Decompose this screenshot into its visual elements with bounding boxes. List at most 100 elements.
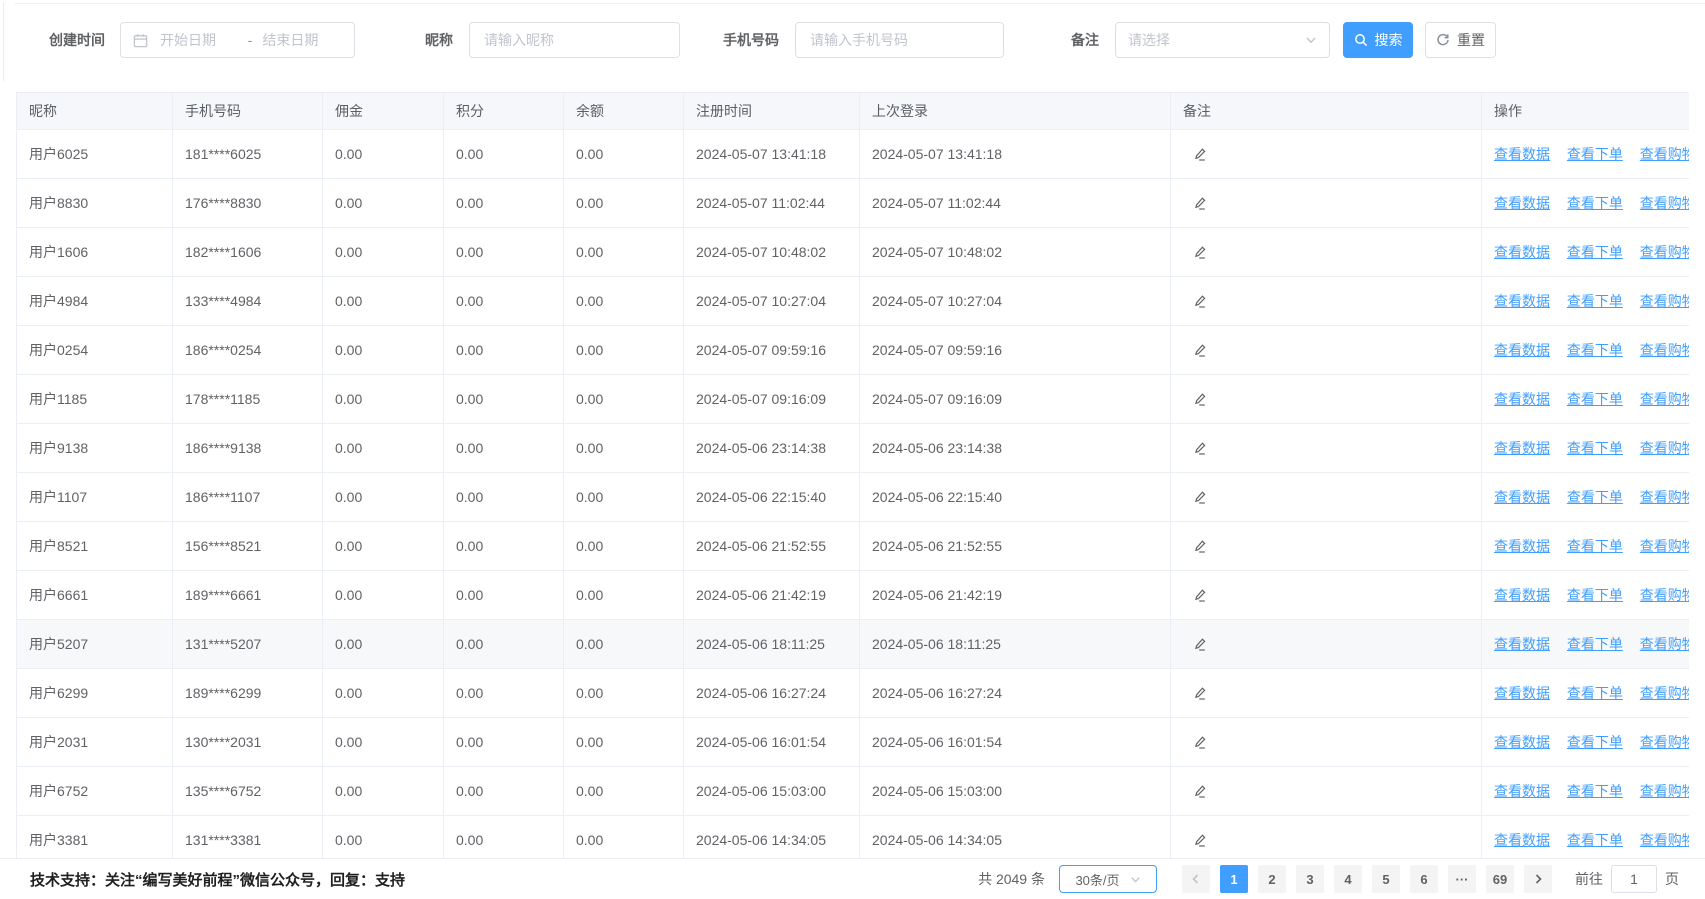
view-cart-link[interactable]: 查看购物车: [1640, 391, 1689, 407]
view-data-link[interactable]: 查看数据: [1494, 734, 1550, 750]
cell-points: 0.00: [444, 522, 564, 571]
search-button[interactable]: 搜索: [1343, 22, 1413, 58]
view-orders-link[interactable]: 查看下单: [1567, 391, 1623, 407]
page-number-button[interactable]: 2: [1258, 865, 1286, 893]
view-cart-link[interactable]: 查看购物车: [1640, 146, 1689, 162]
edit-remark-icon[interactable]: [1193, 441, 1208, 456]
view-cart-link[interactable]: 查看购物车: [1640, 293, 1689, 309]
page-size-select[interactable]: 30条/页: [1059, 865, 1157, 893]
cell-actions: 查看数据 查看下单 查看购物车: [1482, 277, 1690, 326]
edit-remark-icon[interactable]: [1193, 196, 1208, 211]
remark-select[interactable]: 请选择: [1115, 22, 1330, 58]
table-row: 用户6752 135****6752 0.00 0.00 0.00 2024-0…: [17, 767, 1690, 816]
view-cart-link[interactable]: 查看购物车: [1640, 587, 1689, 603]
view-orders-link[interactable]: 查看下单: [1567, 489, 1623, 505]
view-orders-link[interactable]: 查看下单: [1567, 195, 1623, 211]
goto-unit: 页: [1665, 869, 1679, 889]
page-number-button[interactable]: 6: [1410, 865, 1438, 893]
view-data-link[interactable]: 查看数据: [1494, 195, 1550, 211]
view-cart-link[interactable]: 查看购物车: [1640, 195, 1689, 211]
cell-commission: 0.00: [323, 522, 444, 571]
view-cart-link[interactable]: 查看购物车: [1640, 685, 1689, 701]
cell-last-login: 2024-05-07 11:02:44: [860, 179, 1171, 228]
edit-remark-icon[interactable]: [1193, 343, 1208, 358]
view-cart-link[interactable]: 查看购物车: [1640, 636, 1689, 652]
goto-page-input[interactable]: [1611, 865, 1657, 893]
cell-commission: 0.00: [323, 571, 444, 620]
edit-remark-icon[interactable]: [1193, 735, 1208, 750]
cell-actions: 查看数据 查看下单 查看购物车: [1482, 816, 1690, 859]
view-cart-link[interactable]: 查看购物车: [1640, 538, 1689, 554]
view-orders-link[interactable]: 查看下单: [1567, 244, 1623, 260]
view-cart-link[interactable]: 查看购物车: [1640, 342, 1689, 358]
prev-page-button[interactable]: [1182, 865, 1210, 893]
edit-remark-icon[interactable]: [1193, 637, 1208, 652]
view-cart-link[interactable]: 查看购物车: [1640, 489, 1689, 505]
view-data-link[interactable]: 查看数据: [1494, 783, 1550, 799]
view-orders-link[interactable]: 查看下单: [1567, 832, 1623, 848]
view-data-link[interactable]: 查看数据: [1494, 342, 1550, 358]
edit-remark-icon[interactable]: [1193, 784, 1208, 799]
view-data-link[interactable]: 查看数据: [1494, 587, 1550, 603]
view-data-link[interactable]: 查看数据: [1494, 636, 1550, 652]
edit-remark-icon[interactable]: [1193, 392, 1208, 407]
page-number-button[interactable]: 3: [1296, 865, 1324, 893]
edit-remark-icon[interactable]: [1193, 294, 1208, 309]
view-data-link[interactable]: 查看数据: [1494, 391, 1550, 407]
table-row: 用户3381 131****3381 0.00 0.00 0.00 2024-0…: [17, 816, 1690, 859]
view-orders-link[interactable]: 查看下单: [1567, 587, 1623, 603]
edit-remark-icon[interactable]: [1193, 147, 1208, 162]
view-orders-link[interactable]: 查看下单: [1567, 783, 1623, 799]
edit-remark-icon[interactable]: [1193, 588, 1208, 603]
view-data-link[interactable]: 查看数据: [1494, 293, 1550, 309]
view-cart-link[interactable]: 查看购物车: [1640, 440, 1689, 456]
view-data-link[interactable]: 查看数据: [1494, 244, 1550, 260]
edit-remark-icon[interactable]: [1193, 686, 1208, 701]
phone-label: 手机号码: [723, 30, 779, 50]
page-left-divider: [3, 3, 4, 81]
cell-nickname: 用户1606: [17, 228, 173, 277]
view-data-link[interactable]: 查看数据: [1494, 440, 1550, 456]
view-orders-link[interactable]: 查看下单: [1567, 146, 1623, 162]
reset-button[interactable]: 重置: [1425, 22, 1496, 58]
end-date-placeholder[interactable]: 结束日期: [258, 30, 344, 50]
edit-remark-icon[interactable]: [1193, 833, 1208, 848]
view-orders-link[interactable]: 查看下单: [1567, 636, 1623, 652]
page-number-button[interactable]: 5: [1372, 865, 1400, 893]
view-orders-link[interactable]: 查看下单: [1567, 342, 1623, 358]
edit-remark-icon[interactable]: [1193, 490, 1208, 505]
last-page-button[interactable]: 69: [1486, 865, 1514, 893]
view-data-link[interactable]: 查看数据: [1494, 538, 1550, 554]
edit-remark-icon[interactable]: [1193, 539, 1208, 554]
view-cart-link[interactable]: 查看购物车: [1640, 832, 1689, 848]
view-orders-link[interactable]: 查看下单: [1567, 685, 1623, 701]
more-pages-button[interactable]: ···: [1448, 865, 1476, 893]
view-data-link[interactable]: 查看数据: [1494, 685, 1550, 701]
view-cart-link[interactable]: 查看购物车: [1640, 783, 1689, 799]
page-number-button[interactable]: 1: [1220, 865, 1248, 893]
cell-register-time: 2024-05-06 23:14:38: [684, 424, 860, 473]
start-date-placeholder[interactable]: 开始日期: [154, 30, 242, 50]
view-cart-link[interactable]: 查看购物车: [1640, 734, 1689, 750]
view-data-link[interactable]: 查看数据: [1494, 489, 1550, 505]
view-orders-link[interactable]: 查看下单: [1567, 734, 1623, 750]
view-orders-link[interactable]: 查看下单: [1567, 538, 1623, 554]
chevron-down-icon: [1130, 874, 1141, 885]
cell-nickname: 用户8830: [17, 179, 173, 228]
view-data-link[interactable]: 查看数据: [1494, 146, 1550, 162]
next-page-button[interactable]: [1524, 865, 1552, 893]
table-row: 用户1185 178****1185 0.00 0.00 0.00 2024-0…: [17, 375, 1690, 424]
cell-remark: [1171, 375, 1482, 424]
view-cart-link[interactable]: 查看购物车: [1640, 244, 1689, 260]
view-orders-link[interactable]: 查看下单: [1567, 440, 1623, 456]
cell-balance: 0.00: [564, 326, 684, 375]
nickname-input[interactable]: [469, 22, 680, 58]
page-number-button[interactable]: 4: [1334, 865, 1362, 893]
view-orders-link[interactable]: 查看下单: [1567, 293, 1623, 309]
edit-remark-icon[interactable]: [1193, 245, 1208, 260]
cell-remark: [1171, 473, 1482, 522]
view-data-link[interactable]: 查看数据: [1494, 832, 1550, 848]
phone-input[interactable]: [795, 22, 1004, 58]
date-range-picker[interactable]: 开始日期 - 结束日期: [120, 22, 355, 58]
cell-commission: 0.00: [323, 718, 444, 767]
